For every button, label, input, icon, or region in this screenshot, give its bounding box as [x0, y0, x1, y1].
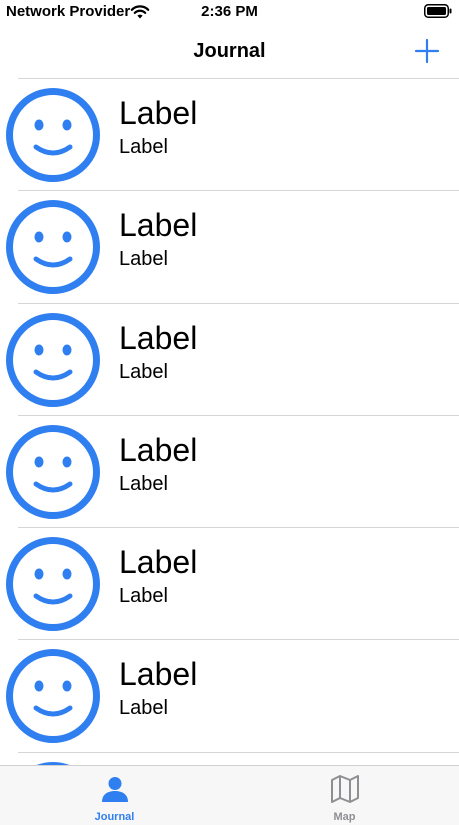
entry-title: Label	[119, 431, 198, 468]
smiley-icon	[6, 424, 100, 519]
smiley-icon	[6, 537, 100, 632]
smiley-icon	[6, 649, 100, 744]
journal-entry-row[interactable]: Label Label	[0, 416, 459, 529]
journal-entry-row[interactable]: Label Label	[0, 528, 459, 641]
journal-entry-row[interactable]: Label Label	[0, 640, 459, 753]
journal-list[interactable]: Label Label Label Label Label Label Labe…	[0, 79, 459, 765]
journal-entry-row[interactable]	[0, 753, 459, 765]
journal-entry-row[interactable]: Label Label	[0, 79, 459, 192]
tab-map-label: Map	[333, 811, 356, 823]
add-entry-button[interactable]	[414, 38, 440, 64]
tab-bar: Journal Map	[0, 765, 459, 825]
journal-entry-row[interactable]: Label Label	[0, 304, 459, 416]
smiley-icon	[6, 200, 100, 295]
map-icon	[330, 775, 359, 803]
status-time: 2:36 PM	[201, 3, 258, 20]
tab-journal[interactable]: Journal	[0, 766, 229, 825]
entry-title: Label	[119, 544, 198, 581]
page-title: Journal	[193, 40, 266, 62]
tab-journal-label: Journal	[94, 811, 135, 823]
entry-title: Label	[119, 95, 198, 131]
entry-subtitle: Label	[119, 248, 168, 271]
plus-icon	[414, 38, 440, 64]
entry-subtitle: Label	[119, 697, 168, 720]
battery-icon	[424, 4, 452, 18]
entry-subtitle: Label	[119, 360, 168, 383]
entry-title: Label	[119, 319, 198, 356]
entry-subtitle: Label	[119, 585, 168, 608]
entry-title: Label	[119, 656, 198, 693]
smiley-icon	[6, 312, 100, 407]
tab-map[interactable]: Map	[230, 766, 459, 825]
person-icon	[101, 777, 128, 802]
entry-subtitle: Label	[119, 472, 168, 495]
entry-title: Label	[119, 207, 198, 244]
journal-entry-row[interactable]: Label Label	[0, 191, 459, 304]
entry-subtitle: Label	[119, 136, 168, 158]
smiley-icon	[6, 88, 100, 182]
navigation-bar: Journal	[0, 26, 459, 78]
status-bar: Network Provider 2:36 PM	[0, 0, 459, 26]
